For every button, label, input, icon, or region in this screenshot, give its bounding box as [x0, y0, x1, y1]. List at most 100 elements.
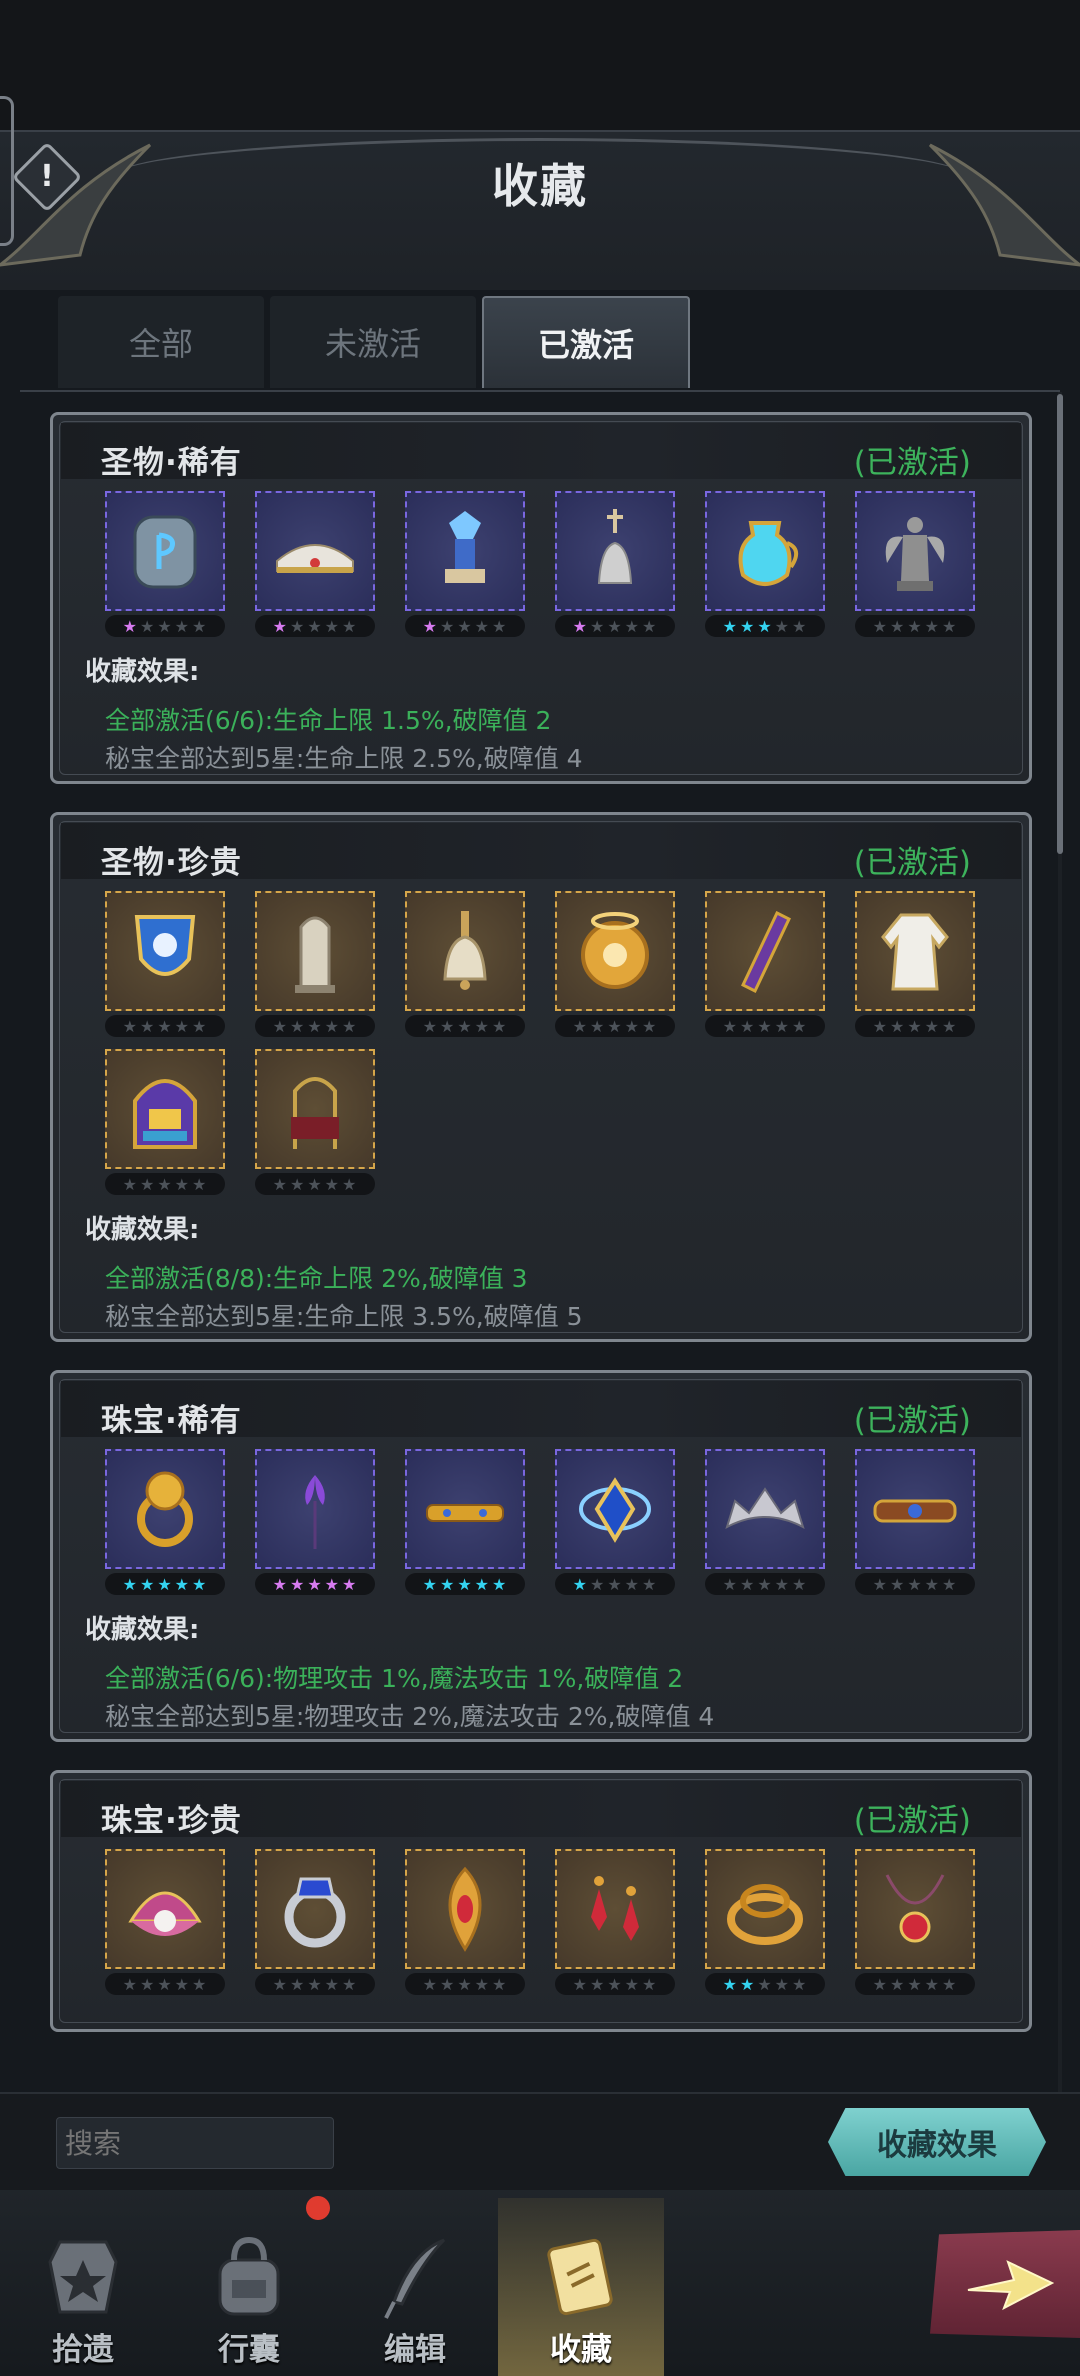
- star-icon: ★: [324, 1574, 341, 1594]
- item-icon-frame: [705, 1449, 825, 1569]
- star-rating: ★ ★ ★ ★ ★: [855, 1973, 975, 1995]
- nav-item[interactable]: 行囊: [166, 2198, 332, 2376]
- collection-item[interactable]: ★ ★ ★ ★ ★: [255, 891, 375, 1037]
- star-icon: ★: [589, 1974, 606, 1994]
- star-icon: ★: [774, 1974, 791, 1994]
- item-icon-frame: [255, 1449, 375, 1569]
- star-icon: ★: [872, 1016, 888, 1036]
- collection-item[interactable]: ★ ★ ★ ★ ★: [105, 491, 225, 637]
- collection-group-panel: 圣物·珍贵 (已激活) ★ ★ ★ ★ ★ ★ ★ ★ ★ ★ ★ ★ ★ ★ ★ ★ ★ ★ ★ ★ ★ ★ ★ ★ ★ ★ ★ ★ ★ ★…: [50, 812, 1032, 1342]
- star-rating: ★ ★ ★ ★ ★: [555, 1573, 675, 1595]
- star-icon: ★: [792, 1574, 808, 1594]
- star-icon: ★: [792, 1016, 808, 1036]
- collection-item[interactable]: ★ ★ ★ ★ ★: [255, 1849, 375, 1995]
- effect-all-activated: 全部激活(6/6):生命上限 1.5%,破障值 2: [105, 706, 552, 735]
- collection-item[interactable]: ★ ★ ★ ★ ★: [105, 1449, 225, 1595]
- star-rating: ★ ★ ★ ★ ★: [705, 1973, 825, 1995]
- star-icon: ★: [422, 1574, 438, 1594]
- tiara-icon: [725, 1487, 805, 1530]
- collection-item[interactable]: ★ ★ ★ ★ ★: [705, 891, 825, 1037]
- collection-group-panel: 珠宝·稀有 (已激活) ★ ★ ★ ★ ★ ★ ★ ★ ★ ★ ★ ★ ★ ★ ★ ★ ★ ★ ★ ★ ★ ★ ★ ★ ★ ★ ★ ★ ★ ★…: [50, 1370, 1032, 1742]
- purple-stole-icon: [741, 910, 791, 994]
- collection-item[interactable]: ★ ★ ★ ★ ★: [405, 1449, 525, 1595]
- collection-item[interactable]: ★ ★ ★ ★ ★: [705, 491, 825, 637]
- collection-item[interactable]: ★ ★ ★ ★ ★: [705, 1849, 825, 1995]
- next-button[interactable]: [930, 2230, 1080, 2338]
- tab-activated[interactable]: 已激活: [482, 296, 690, 388]
- item-icon-frame: [555, 1849, 675, 1969]
- star-icon: ★: [342, 1574, 358, 1594]
- star-icon: ★: [642, 616, 658, 636]
- collection-item[interactable]: ★ ★ ★ ★ ★: [255, 1049, 375, 1195]
- star-icon: ★: [889, 616, 906, 636]
- collection-item[interactable]: ★ ★ ★ ★ ★: [555, 1849, 675, 1995]
- star-icon: ★: [924, 1574, 941, 1594]
- star-icon: ★: [289, 1016, 306, 1036]
- lion-ring-icon: [137, 1471, 193, 1547]
- item-icon-frame: [855, 1449, 975, 1569]
- stained-glass-icon: [133, 1079, 197, 1149]
- star-rating: ★ ★ ★ ★ ★: [555, 1015, 675, 1037]
- star-icon: ★: [907, 1974, 923, 1994]
- nav-item[interactable]: 收藏: [498, 2198, 664, 2376]
- star-icon: ★: [757, 1974, 773, 1994]
- crystal-trophy-icon: [445, 511, 485, 583]
- collection-item[interactable]: ★ ★ ★ ★ ★: [855, 491, 975, 637]
- collection-item[interactable]: ★ ★ ★ ★ ★: [705, 1449, 825, 1595]
- star-rating: ★ ★ ★ ★ ★: [405, 1973, 525, 1995]
- nav-item[interactable]: 编辑: [332, 2198, 498, 2376]
- collection-item[interactable]: ★ ★ ★ ★ ★: [105, 1049, 225, 1195]
- collection-item[interactable]: ★ ★ ★ ★ ★: [555, 491, 675, 637]
- collection-item[interactable]: ★ ★ ★ ★ ★: [405, 491, 525, 637]
- scrollbar-thumb[interactable]: [1057, 394, 1063, 854]
- star-icon: ★: [174, 1974, 191, 1994]
- star-icon: ★: [272, 1974, 288, 1994]
- item-icon-frame: [855, 1849, 975, 1969]
- collection-item[interactable]: ★ ★ ★ ★ ★: [105, 1849, 225, 1995]
- item-icon-frame: [555, 1449, 675, 1569]
- collection-item[interactable]: ★ ★ ★ ★ ★: [555, 1449, 675, 1595]
- star-icon: ★: [792, 1974, 808, 1994]
- effect-all-five-star: 秘宝全部达到5星:物理攻击 2%,魔法攻击 2%,破障值 4: [105, 1702, 715, 1731]
- group-title: 珠宝·珍贵: [101, 1803, 242, 1839]
- search-input[interactable]: [56, 2117, 334, 2169]
- nav-label: 编辑: [384, 2332, 446, 2368]
- arrow-right-icon: [967, 2260, 1054, 2311]
- star-icon: ★: [422, 1974, 438, 1994]
- nav-item[interactable]: 拾遗: [0, 2198, 166, 2376]
- collection-item[interactable]: ★ ★ ★ ★ ★: [255, 491, 375, 637]
- collection-item[interactable]: ★ ★ ★ ★ ★: [855, 1449, 975, 1595]
- star-icon: ★: [607, 616, 623, 636]
- collection-item[interactable]: ★ ★ ★ ★ ★: [855, 891, 975, 1037]
- star-icon: ★: [607, 1574, 623, 1594]
- item-icon-frame: [105, 491, 225, 611]
- star-icon: ★: [757, 1574, 773, 1594]
- collection-item[interactable]: ★ ★ ★ ★ ★: [405, 891, 525, 1037]
- item-icon-frame: [105, 891, 225, 1011]
- collection-item[interactable]: ★ ★ ★ ★ ★: [405, 1849, 525, 1995]
- star-icon: ★: [624, 1016, 641, 1036]
- collection-list[interactable]: 圣物·稀有 (已激活) ★ ★ ★ ★ ★ ★ ★ ★ ★ ★ ★ ★ ★ ★ ★ ★ ★ ★ ★ ★ ★ ★ ★ ★ ★ ★ ★ ★ ★ ★…: [0, 392, 1080, 2092]
- tab-all[interactable]: 全部: [58, 296, 264, 388]
- collection-item[interactable]: ★ ★ ★ ★ ★: [105, 891, 225, 1037]
- star-icon: ★: [872, 1574, 888, 1594]
- collection-item[interactable]: ★ ★ ★ ★ ★: [255, 1449, 375, 1595]
- effect-label: 收藏效果:: [85, 1215, 200, 1245]
- rune-stone-icon: [133, 515, 197, 589]
- star-icon: ★: [192, 616, 208, 636]
- star-icon: ★: [122, 1174, 138, 1194]
- tab-inactive[interactable]: 未激活: [270, 296, 476, 388]
- collection-effect-button[interactable]: 收藏效果: [828, 2108, 1046, 2176]
- star-icon: ★: [572, 616, 588, 636]
- panel-header: 珠宝·珍贵 (已激活): [61, 1781, 1021, 1839]
- star-icon: ★: [342, 1016, 358, 1036]
- star-icon: ★: [422, 1016, 438, 1036]
- star-icon: ★: [174, 1174, 191, 1194]
- star-icon: ★: [739, 1016, 756, 1036]
- star-rating: ★ ★ ★ ★ ★: [255, 1573, 375, 1595]
- collection-item[interactable]: ★ ★ ★ ★ ★: [555, 891, 675, 1037]
- star-icon: ★: [722, 1574, 738, 1594]
- collection-item[interactable]: ★ ★ ★ ★ ★: [855, 1849, 975, 1995]
- item-icon-frame: [405, 1849, 525, 1969]
- star-icon: ★: [157, 1174, 173, 1194]
